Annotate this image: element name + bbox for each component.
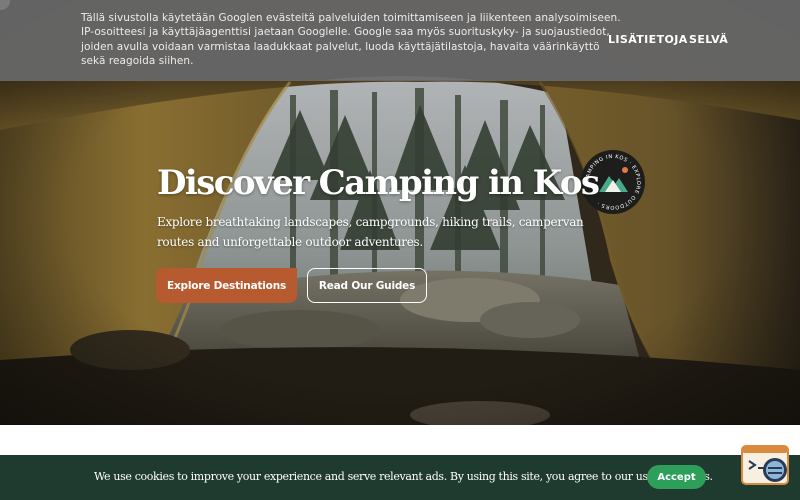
accept-cookies-button[interactable]: Accept — [647, 465, 706, 489]
corner-decoration — [0, 0, 10, 10]
hero-subtitle: Explore breathtaking landscapes, campgro… — [157, 212, 584, 252]
read-our-guides-button[interactable]: Read Our Guides — [307, 268, 427, 303]
hero-subtitle-line: routes and unforgettable outdoor adventu… — [157, 235, 423, 249]
google-cookie-line: sekä reagoida siihen. — [81, 54, 194, 67]
chat-help-icon — [741, 445, 789, 485]
google-cookie-line: Tällä sivustolla käytetään Googlen eväst… — [81, 12, 621, 24]
hero-subtitle-line: Explore breathtaking landscapes, campgro… — [157, 215, 584, 229]
google-cookie-banner: Tällä sivustolla käytetään Googlen eväst… — [0, 0, 800, 81]
got-it-button[interactable]: SELVÄ — [689, 33, 728, 46]
google-cookie-text: Tällä sivustolla käytetään Googlen eväst… — [81, 11, 621, 68]
google-cookie-line: joiden avulla voidaan varmistaa laadukka… — [81, 40, 600, 53]
cookie-consent-text: We use cookies to improve your experienc… — [94, 470, 713, 483]
google-cookie-line: IP-osoitteesi ja käyttäjäagenttisi jaeta… — [81, 26, 610, 39]
explore-destinations-button[interactable]: Explore Destinations — [156, 268, 297, 303]
chat-help-widget[interactable] — [741, 445, 791, 487]
content-section — [0, 425, 800, 455]
hero-title: Discover Camping in Kos — [157, 163, 600, 203]
learn-more-link[interactable]: LISÄTIETOJA — [608, 33, 688, 46]
